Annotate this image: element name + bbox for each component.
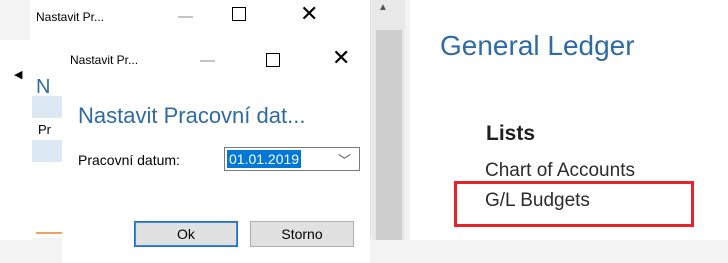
general-ledger-page: General Ledger Lists Chart of Accounts G…: [410, 0, 728, 240]
minimize-icon[interactable]: —: [178, 8, 193, 25]
close-icon[interactable]: ✕: [332, 45, 350, 71]
back-window-title: Nastavit Pr...: [36, 10, 105, 24]
cancel-button[interactable]: Storno: [250, 221, 354, 247]
dialog-heading: Nastavit Pracovní dat...: [78, 103, 306, 128]
scrollbar-thumb[interactable]: [376, 30, 402, 240]
highlight-box: [454, 181, 694, 227]
maximize-icon[interactable]: [232, 7, 246, 21]
page-title: General Ledger: [440, 30, 635, 61]
lists-heading: Lists: [486, 122, 536, 145]
collapse-arrow-icon[interactable]: ◀: [14, 68, 22, 81]
partial-heading: N: [36, 76, 51, 98]
set-work-date-dialog: Nastavit Pr... — ✕ Nastavit Pracovní dat…: [62, 40, 370, 263]
chart-of-accounts-link[interactable]: Chart of Accounts: [485, 160, 635, 182]
close-icon[interactable]: ✕: [300, 1, 318, 27]
ok-button[interactable]: Ok: [134, 221, 238, 247]
scroll-up-icon[interactable]: ▲: [378, 2, 388, 13]
maximize-icon[interactable]: [266, 53, 280, 67]
dialog-title: Nastavit Pr...: [70, 53, 139, 67]
minimize-icon[interactable]: —: [200, 52, 215, 69]
chevron-down-icon[interactable]: ﹀: [338, 150, 351, 169]
partial-label: Pr: [38, 122, 51, 137]
work-date-value[interactable]: 01.01.2019: [227, 150, 302, 168]
work-date-select[interactable]: 01.01.2019 ﹀: [224, 147, 360, 171]
work-date-label: Pracovní datum:: [78, 152, 180, 168]
